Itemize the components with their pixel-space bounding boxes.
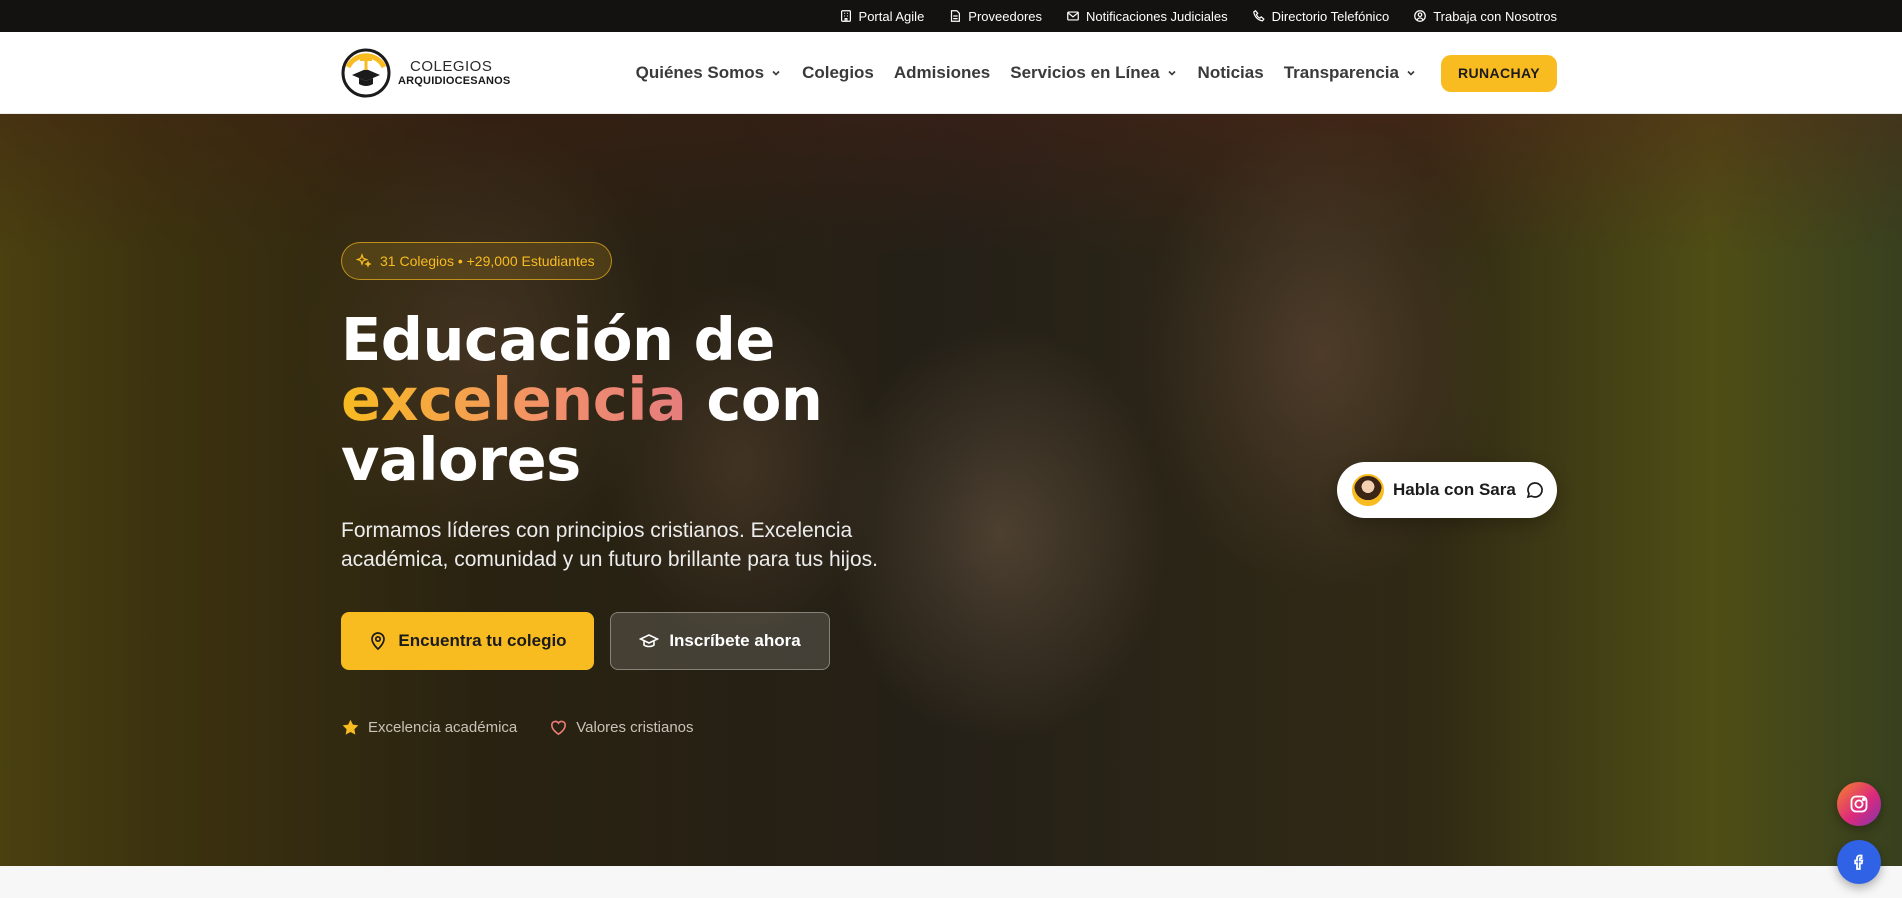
nav-item-servicios-en-linea[interactable]: Servicios en Línea [1010, 63, 1177, 83]
user-circle-icon [1414, 10, 1427, 22]
map-pin-icon [371, 632, 386, 651]
next-section-strip [0, 866, 1902, 898]
nav-item-label: Admisiones [893, 63, 991, 82]
enroll-now-button[interactable]: Inscríbete ahora [610, 612, 830, 670]
utility-link-notificaciones[interactable]: Notificaciones Judiciales [1066, 9, 1228, 24]
sparkles-icon [356, 253, 372, 268]
stats-badge-text: 31 Colegios • +29,000 Estudiantes [380, 253, 595, 269]
nav-item-label: Servicios en Línea [1010, 63, 1160, 82]
nav-item-colegios[interactable]: Colegios [802, 63, 874, 83]
utility-link-trabaja[interactable]: Trabaja con Nosotros [1413, 9, 1557, 24]
top-utility-bar: Portal Agile Proveedores Notificaciones … [0, 0, 1902, 32]
chevron-down-icon [772, 70, 780, 76]
feature-label: Valores cristianos [576, 719, 694, 736]
chat-with-sara-button[interactable]: Habla con Sara [1337, 462, 1557, 518]
hero-features: Excelencia académica Valores cristianos [341, 718, 694, 737]
message-circle-icon [1526, 482, 1543, 499]
utility-link-label: Proveedores [968, 8, 1043, 24]
utility-links: Portal Agile Proveedores Notificaciones … [839, 0, 1557, 32]
logo-line-2: ARQUIDIOCESANOS [398, 75, 511, 87]
nav-item-admisiones[interactable]: Admisiones [894, 63, 990, 83]
hero-title-part-1: Educación de [341, 305, 775, 374]
stats-badge: 31 Colegios • +29,000 Estudiantes [341, 242, 612, 280]
utility-link-label: Directorio Telefónico [1271, 8, 1390, 24]
star-icon [342, 719, 359, 735]
nav-item-label: Colegios [802, 63, 874, 82]
nav-item-quienes-somos[interactable]: Quiénes Somos [636, 63, 782, 83]
sara-avatar [1352, 474, 1384, 506]
building-icon [840, 10, 851, 22]
feature-academic-excellence: Excelencia académica [341, 718, 517, 737]
nav-item-transparencia[interactable]: Transparencia [1284, 63, 1417, 83]
hero-section: 31 Colegios • +29,000 Estudiantes Educac… [0, 114, 1902, 866]
utility-link-portal-agile[interactable]: Portal Agile [839, 8, 925, 24]
find-school-button-label: Encuentra tu colegio [398, 631, 567, 650]
chat-label: Habla con Sara [1393, 480, 1516, 499]
find-school-button[interactable]: Encuentra tu colegio [341, 612, 594, 670]
facebook-button[interactable] [1837, 840, 1881, 884]
nav-item-label: Transparencia [1283, 63, 1399, 82]
hero-title-highlight: excelencia [341, 365, 687, 434]
logo-line-1: COLEGIOS [410, 58, 493, 75]
feature-christian-values: Valores cristianos [549, 718, 694, 737]
utility-link-label: Notificaciones Judiciales [1086, 8, 1228, 24]
enroll-now-button-label: Inscríbete ahora [669, 631, 801, 650]
hero-background-image [0, 114, 1902, 866]
nav-item-label: Noticias [1197, 63, 1264, 82]
utility-link-label: Portal Agile [858, 8, 925, 24]
graduation-cap-icon [639, 634, 660, 648]
feature-label: Excelencia académica [368, 719, 518, 736]
document-icon [951, 10, 961, 22]
chevron-down-icon [1407, 70, 1415, 76]
hero-subtitle: Formamos líderes con principios cristian… [341, 519, 878, 571]
nav-item-label: Quiénes Somos [635, 63, 765, 82]
hero-title: Educación de excelencia con valores [341, 310, 941, 490]
nav-item-noticias[interactable]: Noticias [1198, 63, 1264, 83]
facebook-icon [1854, 854, 1864, 870]
main-nav: Quiénes Somos Colegios Admisiones Servic… [636, 32, 1557, 114]
phone-icon [1252, 9, 1265, 22]
runachay-button[interactable]: RUNACHAY [1440, 54, 1557, 92]
hero-title-part-2: con [706, 365, 823, 434]
heart-icon [551, 720, 567, 736]
utility-link-directorio[interactable]: Directorio Telefónico [1252, 8, 1390, 24]
logo-wordmark: COLEGIOS ARQUIDIOCESANOS [398, 59, 510, 87]
utility-link-label: Trabaja con Nosotros [1433, 8, 1557, 24]
instagram-button[interactable] [1837, 782, 1881, 826]
main-header: COLEGIOS ARQUIDIOCESANOS Quiénes Somos C… [0, 32, 1902, 114]
logo-emblem-icon [341, 48, 391, 98]
hero-title-part-3: valores [341, 425, 581, 494]
mail-icon [1067, 11, 1079, 21]
instagram-icon [1850, 795, 1868, 813]
utility-link-proveedores[interactable]: Proveedores [948, 9, 1042, 24]
site-logo[interactable]: COLEGIOS ARQUIDIOCESANOS [340, 47, 510, 99]
chevron-down-icon [1167, 70, 1176, 76]
